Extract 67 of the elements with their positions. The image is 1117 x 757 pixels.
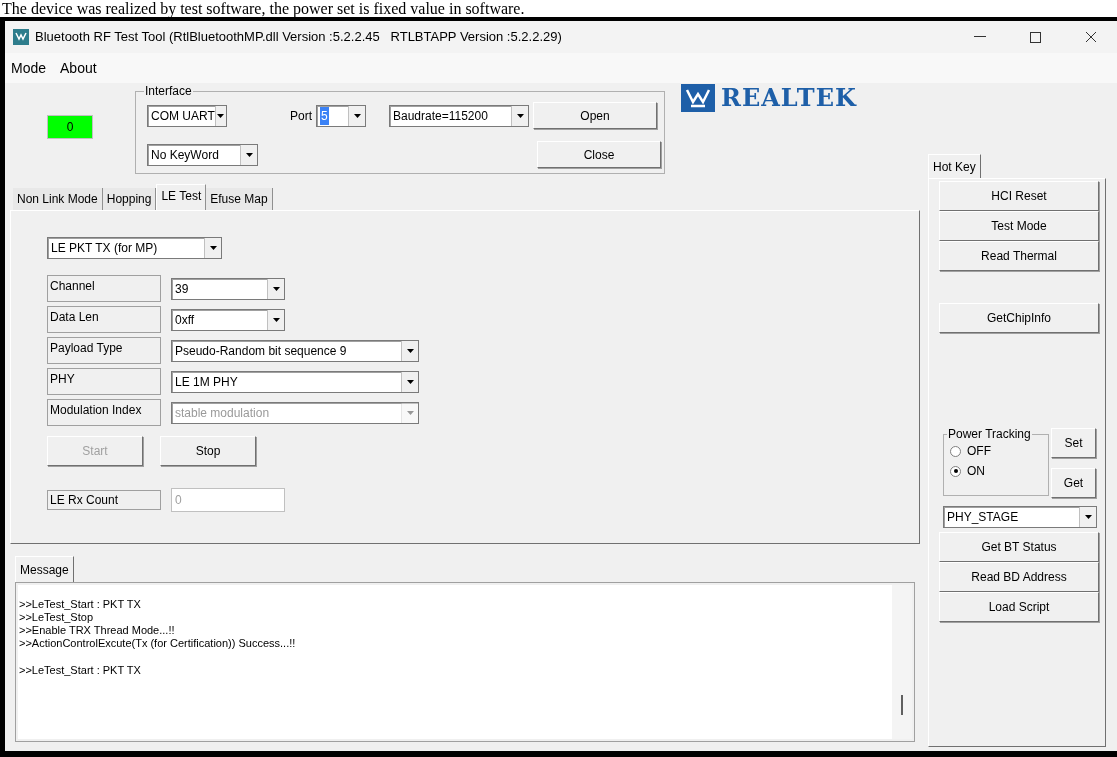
tab[interactable]: Hopping xyxy=(102,188,157,210)
radio-button[interactable] xyxy=(950,445,961,457)
log-line: >>ActionControlExcute(Tx (for Certification)) Success...!! xyxy=(19,637,297,650)
push-button[interactable]: HCI Reset xyxy=(939,181,1099,211)
brand-logo: REALTEK xyxy=(681,83,857,113)
dropdown-arrow-icon xyxy=(406,379,414,384)
port-label: Port xyxy=(290,107,312,125)
status-indicator: 0 xyxy=(47,115,93,139)
scrollbar[interactable] xyxy=(892,585,912,739)
dropdown-arrow-icon xyxy=(1084,515,1092,519)
log-line: >>Enable TRX Thread Mode...!! xyxy=(19,624,176,637)
dropdown-arrow-icon xyxy=(516,113,524,118)
push-button[interactable]: Set xyxy=(1051,428,1096,458)
dropdown-field[interactable]: 0xff xyxy=(171,308,285,331)
dropdown-arrow-icon xyxy=(406,348,414,353)
push-button[interactable]: Load Script xyxy=(939,592,1099,622)
dropdown-arrow-icon xyxy=(209,246,217,250)
dropdown-arrow-icon xyxy=(245,152,253,157)
field-label: Channel xyxy=(47,275,161,302)
push-button[interactable]: Read BD Address xyxy=(939,562,1099,592)
menu-item[interactable]: Mode xyxy=(9,57,49,79)
field-label: Modulation Index xyxy=(47,399,161,426)
dropdown-arrow-icon xyxy=(353,113,361,118)
dropdown-arrow-icon xyxy=(217,113,225,118)
log-line: >>LeTest_Start : PKT TX xyxy=(19,664,142,677)
dropdown-field[interactable]: Baudrate=115200 xyxy=(389,104,529,127)
push-button[interactable]: Stop xyxy=(160,436,256,466)
push-button[interactable]: Close xyxy=(537,141,661,168)
mode-dropdown[interactable]: LE PKT TX (for MP) xyxy=(47,237,222,259)
radio-label: ON xyxy=(967,463,985,480)
maximize-icon[interactable] xyxy=(1030,31,1041,43)
stage-dropdown[interactable]: PHY_STAGE xyxy=(943,506,1097,528)
count-field: 0 xyxy=(171,488,285,512)
tab[interactable]: Efuse Map xyxy=(206,188,273,210)
dropdown-arrow-icon xyxy=(406,410,414,415)
radio-button[interactable] xyxy=(950,465,961,477)
window-title: Bluetooth RF Test Tool (RtlBluetoothMP.dll Version :5.2.2.45 RTLBTAPP Version :5.2.2.29) xyxy=(35,28,562,47)
dropdown-field[interactable]: 5 xyxy=(316,104,366,127)
field-label: LE Rx Count xyxy=(47,490,161,510)
group-title: Power Tracking xyxy=(947,427,1032,442)
dropdown-field[interactable]: LE 1M PHY xyxy=(171,370,419,393)
dropdown-field[interactable]: Pseudo-Random bit sequence 9 xyxy=(171,339,419,362)
dropdown-field[interactable]: COM UART xyxy=(147,104,227,127)
tab[interactable]: Non Link Mode xyxy=(13,188,103,210)
push-button[interactable]: GetChipInfo xyxy=(939,303,1099,333)
log-line: >>LeTest_Stop xyxy=(19,611,94,624)
field-label: PHY xyxy=(47,368,161,395)
tab[interactable]: Hot Key xyxy=(928,154,981,178)
dropdown-arrow-icon xyxy=(272,317,280,322)
tab[interactable]: LE Test xyxy=(156,184,207,210)
app-logo-icon xyxy=(13,29,29,45)
menu-item[interactable]: About xyxy=(58,57,99,79)
log-line: >>LeTest_Start : PKT TX xyxy=(19,598,142,611)
push-button[interactable]: Read Thermal xyxy=(939,241,1099,271)
dropdown-arrow-icon xyxy=(272,286,280,291)
radio-label: OFF xyxy=(967,443,991,460)
push-button[interactable]: Open xyxy=(533,102,657,129)
push-button[interactable]: Get BT Status xyxy=(939,532,1099,562)
dropdown-field[interactable]: No KeyWord xyxy=(147,143,258,166)
push-button[interactable]: Get xyxy=(1051,468,1096,498)
push-button[interactable]: Test Mode xyxy=(939,211,1099,241)
caption-text: The device was realized by test software, the power set is fixed value in software. xyxy=(2,0,525,17)
minimize-icon[interactable] xyxy=(974,36,986,38)
field-label: Payload Type xyxy=(47,337,161,364)
dropdown-field[interactable]: 39 xyxy=(171,277,285,300)
close-icon[interactable] xyxy=(1085,31,1097,43)
field-label: Data Len xyxy=(47,306,161,333)
